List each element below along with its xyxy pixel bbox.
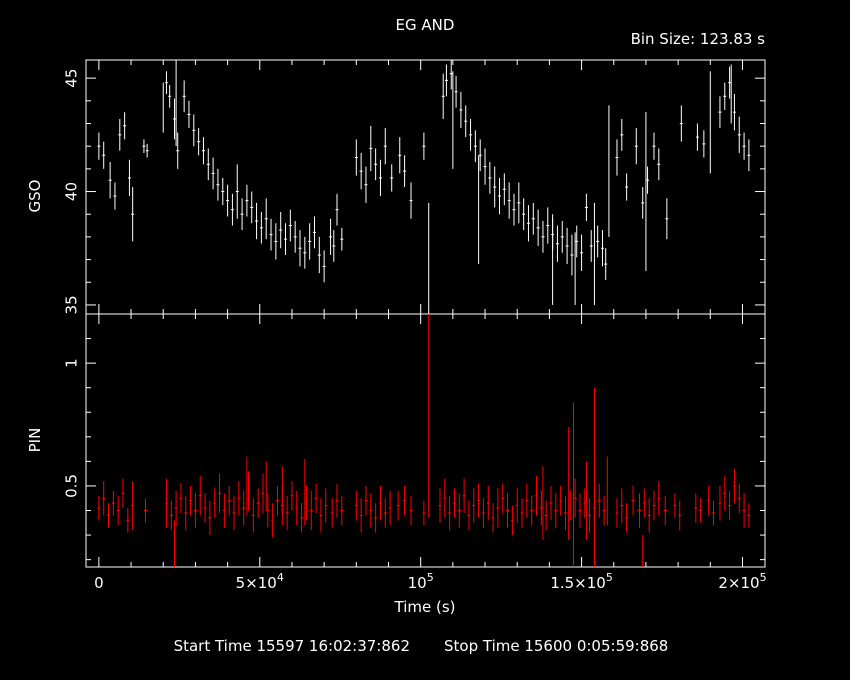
x-tick-label: 1.5×105 [550,571,613,592]
x-tick-label: 0 [94,574,104,592]
pin-panel: 0.51 [63,313,766,568]
stop-time-label: Stop Time 15600 0:05:59:868 [444,637,668,655]
gso-panel: 35 40 45 [63,59,766,315]
pin-axis-label: PIN [26,428,44,453]
pin-frame [85,313,766,568]
pin-y-tick-label: 1 [63,358,81,368]
bin-size-label: Bin Size: 123.83 s [631,30,766,48]
start-time-label: Start Time 15597 16:02:37:862 [174,637,410,655]
gso-y-tick-label: 40 [63,182,81,201]
time-axis: 0 5×104 105 1.5×105 2×105 [94,571,766,592]
gso-axis-label: GSO [26,180,44,213]
gso-y-tick-label: 35 [63,295,81,314]
pin-y-tick-label: 0.5 [63,474,81,498]
x-tick-label: 2×105 [718,571,766,592]
chart-title: EG AND [396,16,455,34]
x-axis-label: Time (s) [394,598,456,616]
gso-y-tick-label: 45 [63,69,81,88]
x-tick-label: 105 [408,571,434,592]
x-tick-label: 5×104 [236,571,284,592]
gso-frame [85,59,766,315]
light-curve-plot: EG AND Bin Size: 123.83 s 354045 0.51 05… [26,16,767,655]
